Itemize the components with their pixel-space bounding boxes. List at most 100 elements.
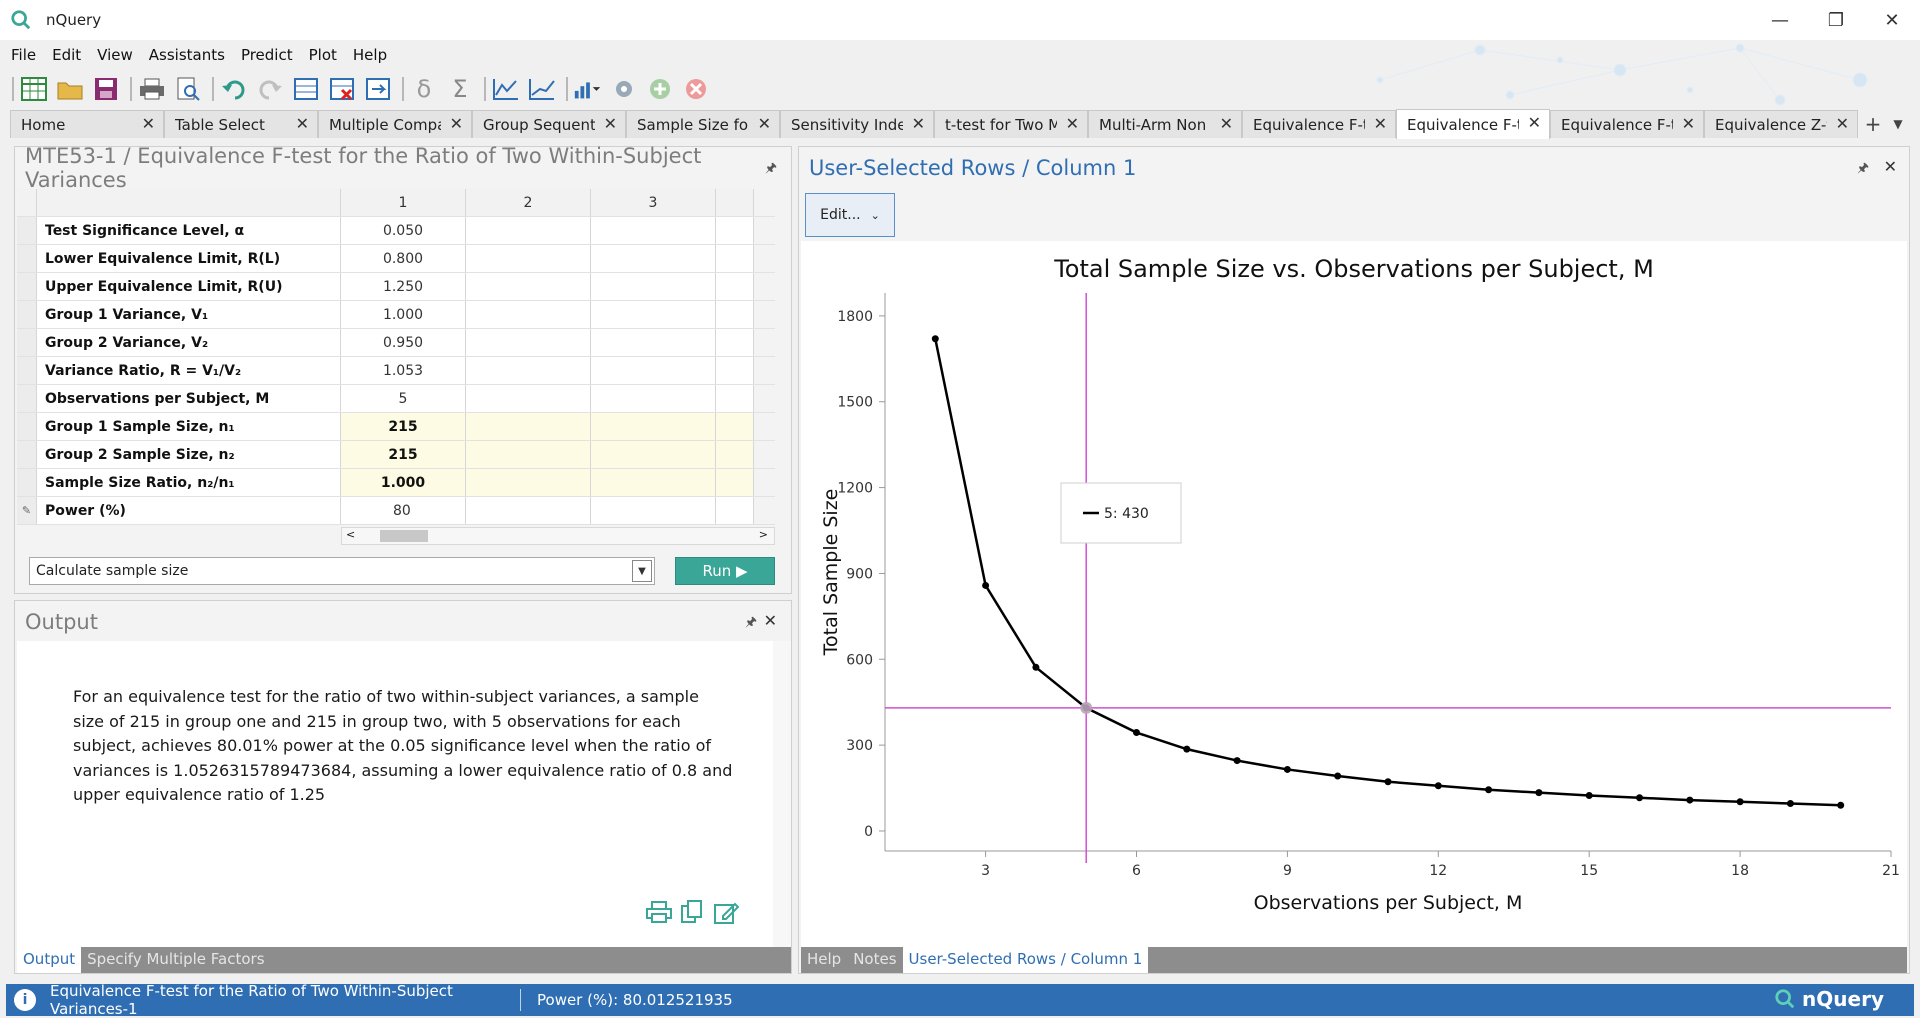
grid-cell[interactable] xyxy=(591,245,716,272)
grid-cell[interactable]: 0.050 xyxy=(341,217,466,244)
save-icon[interactable] xyxy=(90,74,122,104)
menu-predict[interactable]: Predict xyxy=(238,44,296,68)
grid-cell[interactable] xyxy=(591,497,716,524)
column-header[interactable]: 2 xyxy=(466,189,591,216)
document-tab[interactable]: Home ✕ xyxy=(10,110,164,138)
document-tab[interactable]: Equivalence F-t ✕ xyxy=(1550,110,1704,138)
document-tab[interactable]: Equivalence F-t ✕ xyxy=(1396,109,1550,139)
delta-icon[interactable]: δ xyxy=(408,74,440,104)
data-point[interactable] xyxy=(1736,798,1744,806)
grid-cell[interactable]: 1.053 xyxy=(341,357,466,384)
sigma-icon[interactable]: Σ xyxy=(444,74,476,104)
grid-cell[interactable]: 80 xyxy=(341,497,466,524)
tab-close-icon[interactable]: ✕ xyxy=(1066,114,1079,133)
data-point[interactable] xyxy=(931,335,939,343)
new-tab-button[interactable]: + xyxy=(1858,110,1888,138)
grid-cell[interactable]: 0.800 xyxy=(341,245,466,272)
document-tab[interactable]: Multi-Arm Non ✕ xyxy=(1088,110,1242,138)
tab-close-icon[interactable]: ✕ xyxy=(450,114,463,133)
tab-close-icon[interactable]: ✕ xyxy=(1682,114,1695,133)
grid-cell[interactable] xyxy=(466,329,591,356)
delete-rows-icon[interactable] xyxy=(326,74,358,104)
document-tab[interactable]: t-test for Two M ✕ xyxy=(934,110,1088,138)
grid-cell[interactable] xyxy=(466,413,591,440)
tab-output[interactable]: Output xyxy=(17,947,82,973)
grid-cell[interactable]: 0.950 xyxy=(341,329,466,356)
add-icon[interactable] xyxy=(644,74,676,104)
tab-specify-multiple-factors[interactable]: Specify Multiple Factors xyxy=(81,947,270,973)
data-point[interactable] xyxy=(1585,791,1593,799)
redo-icon[interactable] xyxy=(254,74,286,104)
grid-cell[interactable] xyxy=(466,441,591,468)
document-tab[interactable]: Sensitivity Inde ✕ xyxy=(780,110,934,138)
grid-cell[interactable] xyxy=(591,385,716,412)
open-folder-icon[interactable] xyxy=(54,74,86,104)
grid-cell[interactable] xyxy=(466,385,591,412)
sample-size-chart[interactable]: Total Sample Size vs. Observations per S… xyxy=(801,241,1907,947)
document-tab[interactable]: Sample Size for ✕ xyxy=(626,110,780,138)
tab-close-icon[interactable]: ✕ xyxy=(758,114,771,133)
close-icon[interactable]: ✕ xyxy=(1884,157,1897,176)
data-point[interactable] xyxy=(1837,801,1845,809)
tab-list-dropdown[interactable]: ▼ xyxy=(1888,110,1908,138)
data-point[interactable] xyxy=(1636,794,1643,802)
print-icon[interactable] xyxy=(136,74,168,104)
menu-edit[interactable]: Edit xyxy=(49,44,84,68)
tab-close-icon[interactable]: ✕ xyxy=(142,114,155,133)
edit-output-icon[interactable] xyxy=(713,899,743,927)
restore-button[interactable]: ❐ xyxy=(1808,0,1864,40)
grid-cell[interactable] xyxy=(466,497,591,524)
data-point[interactable] xyxy=(1032,663,1040,671)
grid-cell[interactable] xyxy=(466,469,591,496)
grid-cell[interactable] xyxy=(466,245,591,272)
grid-cell[interactable] xyxy=(591,301,716,328)
print-preview-icon[interactable] xyxy=(172,74,204,104)
close-window-button[interactable]: ✕ xyxy=(1864,0,1920,40)
tab-help[interactable]: Help xyxy=(801,947,847,973)
plot-options-icon[interactable] xyxy=(572,74,604,104)
menu-plot[interactable]: Plot xyxy=(306,44,340,68)
output-scrollbar[interactable] xyxy=(773,641,791,947)
grid-cell[interactable] xyxy=(591,273,716,300)
grid-cell[interactable]: 1.000 xyxy=(341,469,466,496)
print-output-icon[interactable] xyxy=(645,899,675,927)
grid-cell[interactable] xyxy=(466,273,591,300)
calculation-select[interactable]: Calculate sample size ▼ xyxy=(29,557,655,585)
grid-cell[interactable]: 215 xyxy=(341,413,466,440)
grid-cell[interactable] xyxy=(591,217,716,244)
grid-cell[interactable]: 215 xyxy=(341,441,466,468)
insert-rows-icon[interactable] xyxy=(290,74,322,104)
column-header[interactable]: 3 xyxy=(591,189,716,216)
run-button[interactable]: Run ▶ xyxy=(675,557,775,585)
cancel-icon[interactable] xyxy=(680,74,712,104)
grid-cell[interactable]: 5 xyxy=(341,385,466,412)
grid-cell[interactable] xyxy=(591,413,716,440)
pin-icon[interactable]: 🖈 xyxy=(745,613,757,635)
new-table-icon[interactable] xyxy=(18,74,50,104)
tab-close-icon[interactable]: ✕ xyxy=(296,114,309,133)
tab-close-icon[interactable]: ✕ xyxy=(1528,113,1541,132)
grid-cell[interactable] xyxy=(466,217,591,244)
menu-assistants[interactable]: Assistants xyxy=(146,44,228,68)
grid-cell[interactable] xyxy=(591,469,716,496)
horizontal-scrollbar[interactable]: < > xyxy=(17,527,775,545)
data-point[interactable] xyxy=(1183,745,1191,753)
data-point[interactable] xyxy=(1485,786,1493,794)
grid-cell[interactable]: 1.250 xyxy=(341,273,466,300)
menu-file[interactable]: File xyxy=(8,44,39,68)
document-tab[interactable]: Multiple Compa ✕ xyxy=(318,110,472,138)
document-tab[interactable]: Equivalence F-t ✕ xyxy=(1242,110,1396,138)
data-point[interactable] xyxy=(1133,729,1140,737)
tab-close-icon[interactable]: ✕ xyxy=(1836,114,1849,133)
undo-icon[interactable] xyxy=(218,74,250,104)
data-point[interactable] xyxy=(1786,799,1794,807)
document-tab[interactable]: Equivalence Z-t ✕ xyxy=(1704,110,1858,138)
data-point[interactable] xyxy=(1283,765,1291,773)
line-chart-icon[interactable] xyxy=(526,74,558,104)
copy-output-icon[interactable] xyxy=(679,899,709,927)
document-tab[interactable]: Table Select ✕ xyxy=(164,110,318,138)
column-header[interactable]: 1 xyxy=(341,189,466,216)
document-tab[interactable]: Group Sequenti ✕ xyxy=(472,110,626,138)
chevron-down-icon[interactable]: ▼ xyxy=(632,560,652,582)
close-icon[interactable]: ✕ xyxy=(764,611,777,630)
